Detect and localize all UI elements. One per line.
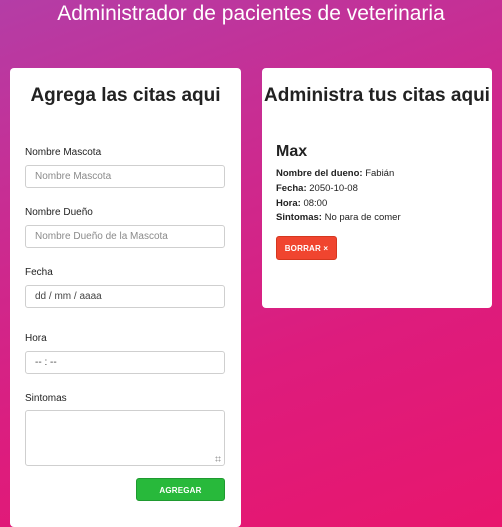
appointments-title: Administra tus citas aqui <box>264 85 490 106</box>
delete-appointment-button[interactable]: BORRAR × <box>276 236 337 260</box>
time-detail: Hora: 08:00 <box>276 198 327 209</box>
pet-name-input[interactable] <box>25 165 225 188</box>
time-detail-value: 08:00 <box>303 198 328 209</box>
pet-name: Max <box>276 143 308 160</box>
appointments-card: Administra tus citas aqui Max Nombre del… <box>262 68 492 308</box>
pet-name-label: Nombre Mascota <box>25 147 102 158</box>
time-detail-label: Hora: <box>276 198 301 209</box>
symptoms-label: Sintomas <box>25 393 67 404</box>
owner-name-label: Nombre Dueño <box>25 207 93 218</box>
symptoms-detail: Sintomas: No para de comer <box>276 212 401 223</box>
date-input[interactable]: dd / mm / aaaa <box>25 285 225 308</box>
date-detail-value: 2050-10-08 <box>309 183 358 194</box>
date-label: Fecha <box>25 267 53 278</box>
symptoms-detail-label: Sintomas: <box>276 212 322 223</box>
owner-name-input[interactable] <box>25 225 225 248</box>
time-input[interactable]: -- : -- <box>25 351 225 374</box>
owner-detail-label: Nombre del dueno: <box>276 168 363 179</box>
appointment-form-card: Agrega las citas aqui Nombre Mascota Nom… <box>10 68 241 527</box>
app-title: Administrador de pacientes de veterinari… <box>57 2 445 25</box>
date-detail: Fecha: 2050-10-08 <box>276 183 358 194</box>
form-title: Agrega las citas aqui <box>30 85 221 106</box>
symptoms-detail-value: No para de comer <box>324 212 401 223</box>
add-appointment-button[interactable]: AGREGAR <box>136 478 225 501</box>
symptoms-textarea[interactable] <box>25 410 225 466</box>
owner-detail: Nombre del dueno: Fabián <box>276 168 394 179</box>
owner-detail-value: Fabián <box>365 168 395 179</box>
resize-handle-icon[interactable] <box>215 456 221 462</box>
time-label: Hora <box>25 333 47 344</box>
date-detail-label: Fecha: <box>276 183 307 194</box>
